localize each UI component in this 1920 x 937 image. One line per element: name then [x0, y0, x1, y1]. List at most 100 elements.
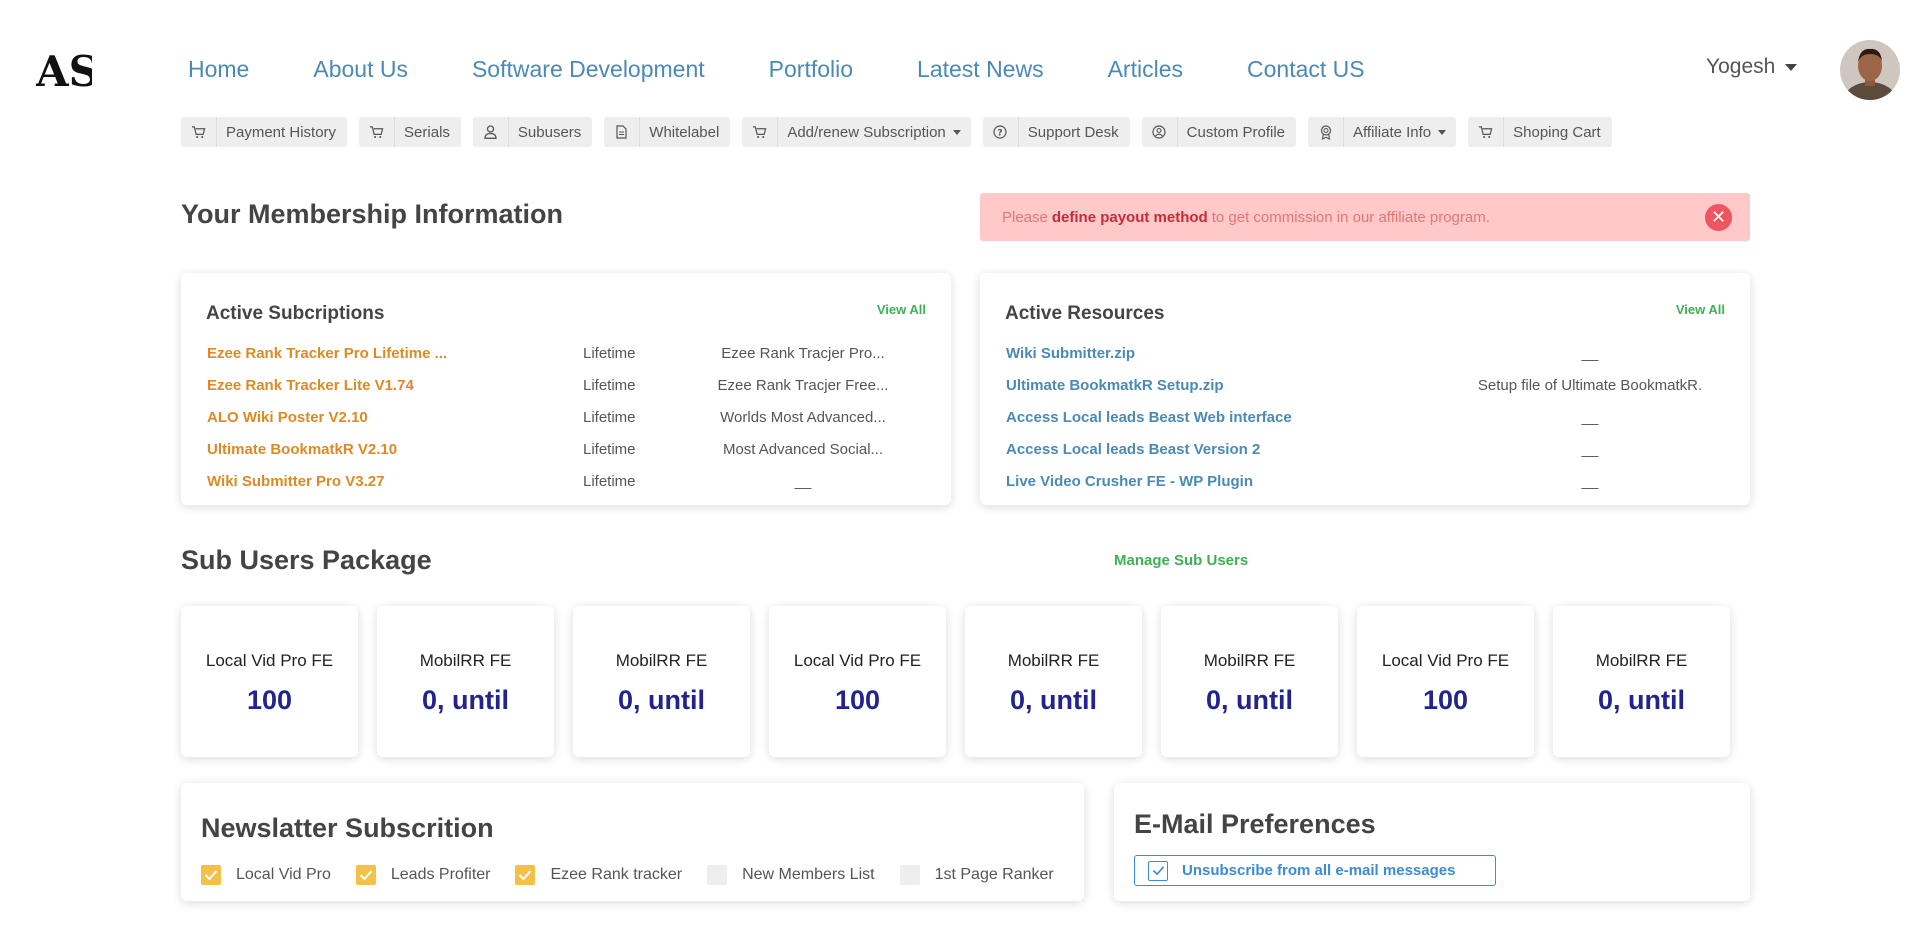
payout-alert: Please define payout method to get commi… — [980, 193, 1750, 241]
active-resources-title: Active Resources — [1005, 303, 1165, 324]
define-payout-method-link[interactable]: define payout method — [1052, 209, 1208, 226]
package-name: MobilRR FE — [1203, 651, 1296, 670]
main-nav: Home About Us Software Development Portf… — [188, 56, 1429, 83]
close-icon[interactable]: ✕ — [1705, 204, 1732, 231]
table-row: ALO Wiki Poster V2.10 Lifetime Worlds Mo… — [181, 409, 951, 433]
account-toolbar: Payment History Serials Subusers Whitela… — [181, 117, 1624, 147]
avatar[interactable] — [1840, 40, 1900, 100]
cart-icon — [1468, 117, 1505, 147]
affiliate-info-dropdown[interactable]: Affiliate Info — [1308, 117, 1457, 147]
package-name: MobilRR FE — [1595, 651, 1688, 670]
active-resources-card: Active Resources View All Wiki Submitter… — [980, 273, 1750, 505]
nav-software-development[interactable]: Software Development — [472, 56, 705, 83]
newsletter-checkbox-new-members-list[interactable]: New Members List — [707, 865, 875, 885]
subscription-term: Lifetime — [583, 409, 636, 426]
package-value: 0, until — [618, 685, 705, 715]
package-value: 100 — [1422, 685, 1469, 715]
resource-name[interactable]: Access Local leads Beast Web interface — [1006, 409, 1292, 426]
table-row: Ultimate BookmatkR Setup.zip Setup file … — [980, 377, 1750, 401]
resource-desc: Setup file of Ultimate BookmatkR. — [1477, 377, 1703, 394]
nav-home[interactable]: Home — [188, 56, 249, 83]
package-value: 0, until — [422, 685, 509, 715]
checkbox-label: 1st Page Ranker — [934, 866, 1054, 883]
whitelabel-label: Whitelabel — [649, 123, 720, 141]
manage-sub-users-link[interactable]: Manage Sub Users — [1114, 552, 1248, 569]
subscription-term: Lifetime — [583, 473, 636, 490]
package-card: MobilRR FE 0, until — [965, 606, 1142, 757]
nav-about-us[interactable]: About Us — [313, 56, 408, 83]
subscriptions-view-all-link[interactable]: View All — [877, 302, 926, 317]
unsubscribe-label: Unsubscribe from all e-mail messages — [1182, 862, 1456, 879]
award-icon — [1308, 117, 1345, 147]
payment-history-label: Payment History — [226, 123, 337, 141]
newsletter-checkbox-leads-profiter[interactable]: Leads Profiter — [355, 865, 491, 885]
checkbox-checked-icon — [201, 865, 221, 885]
package-card: MobilRR FE 0, until — [1161, 606, 1338, 757]
resource-desc: __ — [1581, 409, 1599, 426]
resources-view-all-link[interactable]: View All — [1676, 302, 1725, 317]
package-card: MobilRR FE 0, until — [573, 606, 750, 757]
checkbox-label: Leads Profiter — [390, 866, 491, 883]
payment-history-button[interactable]: Payment History — [181, 117, 348, 147]
subscription-name[interactable]: ALO Wiki Poster V2.10 — [207, 409, 368, 426]
cart-icon — [359, 117, 396, 147]
checkbox-unchecked-icon — [707, 865, 728, 885]
resource-name[interactable]: Wiki Submitter.zip — [1006, 345, 1135, 362]
user-icon — [473, 117, 509, 147]
resource-name[interactable]: Ultimate BookmatkR Setup.zip — [1006, 377, 1224, 394]
nav-portfolio[interactable]: Portfolio — [769, 56, 853, 83]
support-desk-label: Support Desk — [1027, 123, 1119, 141]
caret-down-icon — [1438, 129, 1447, 135]
subscription-name[interactable]: Wiki Submitter Pro V3.27 — [207, 473, 384, 490]
newsletter-card: Newslatter Subscrition Local Vid Pro Lea… — [181, 783, 1084, 901]
nav-articles[interactable]: Articles — [1108, 56, 1183, 83]
document-icon — [604, 117, 641, 147]
whitelabel-button[interactable]: Whitelabel — [604, 117, 731, 147]
subscription-desc: Most Advanced Social... — [722, 441, 884, 458]
subscription-term: Lifetime — [583, 441, 636, 458]
newsletter-options: Local Vid Pro Leads Profiter Ezee Rank t… — [201, 865, 1079, 885]
newsletter-checkbox-local-vid-pro[interactable]: Local Vid Pro — [201, 865, 331, 885]
add-renew-subscription-dropdown[interactable]: Add/renew Subscription — [742, 117, 971, 147]
package-name: Local Vid Pro FE — [793, 651, 922, 670]
subscription-name[interactable]: Ezee Rank Tracker Lite V1.74 — [207, 377, 414, 394]
serials-button[interactable]: Serials — [359, 117, 461, 147]
package-card: MobilRR FE 0, until — [377, 606, 554, 757]
subscription-desc: Worlds Most Advanced... — [720, 409, 886, 426]
subscription-name[interactable]: Ultimate BookmatkR V2.10 — [207, 441, 397, 458]
shoping-cart-label: Shoping Cart — [1513, 123, 1601, 141]
user-menu[interactable]: Yogesh — [1706, 55, 1798, 79]
active-subscriptions-card: Active Subcriptions View All Ezee Rank T… — [181, 273, 951, 505]
package-value: 100 — [834, 685, 881, 715]
subscription-desc: Ezee Rank Tracjer Pro... — [721, 345, 885, 362]
custom-profile-label: Custom Profile — [1186, 123, 1286, 141]
support-desk-button[interactable]: ? Support Desk — [982, 117, 1130, 147]
table-row: Wiki Submitter.zip __ — [980, 345, 1750, 369]
site-logo[interactable]: AS — [35, 47, 99, 96]
nav-contact-us[interactable]: Contact US — [1247, 56, 1365, 83]
serials-label: Serials — [404, 123, 450, 141]
unsubscribe-all-checkbox[interactable]: Unsubscribe from all e-mail messages — [1134, 855, 1496, 886]
resource-name[interactable]: Live Video Crusher FE - WP Plugin — [1006, 473, 1253, 490]
checkbox-label: New Members List — [742, 866, 875, 883]
table-row: Access Local leads Beast Version 2 __ — [980, 441, 1750, 465]
package-card: Local Vid Pro FE 100 — [769, 606, 946, 757]
checkbox-checked-icon — [1148, 860, 1168, 881]
subusers-button[interactable]: Subusers — [472, 117, 593, 147]
table-row: Ezee Rank Tracker Lite V1.74 Lifetime Ez… — [181, 377, 951, 401]
email-preferences-card: E-Mail Preferences Unsubscribe from all … — [1114, 783, 1750, 901]
subscription-name[interactable]: Ezee Rank Tracker Pro Lifetime ... — [207, 345, 447, 362]
cart-icon — [181, 117, 217, 147]
nav-latest-news[interactable]: Latest News — [917, 56, 1044, 83]
table-row: Ezee Rank Tracker Pro Lifetime ... Lifet… — [181, 345, 951, 369]
newsletter-checkbox-ezee-rank-tracker[interactable]: Ezee Rank tracker — [515, 865, 682, 885]
resource-name[interactable]: Access Local leads Beast Version 2 — [1006, 441, 1260, 458]
table-row: Live Video Crusher FE - WP Plugin __ — [980, 473, 1750, 497]
newsletter-checkbox-1st-page-ranker[interactable]: 1st Page Ranker — [899, 865, 1054, 885]
shoping-cart-button[interactable]: Shoping Cart — [1468, 117, 1612, 147]
sub-users-title: Sub Users Package — [181, 545, 432, 575]
subscription-term: Lifetime — [583, 377, 636, 394]
custom-profile-button[interactable]: Custom Profile — [1141, 117, 1297, 147]
logo-text: AS — [36, 50, 92, 90]
package-card: Local Vid Pro FE 100 — [1357, 606, 1534, 757]
